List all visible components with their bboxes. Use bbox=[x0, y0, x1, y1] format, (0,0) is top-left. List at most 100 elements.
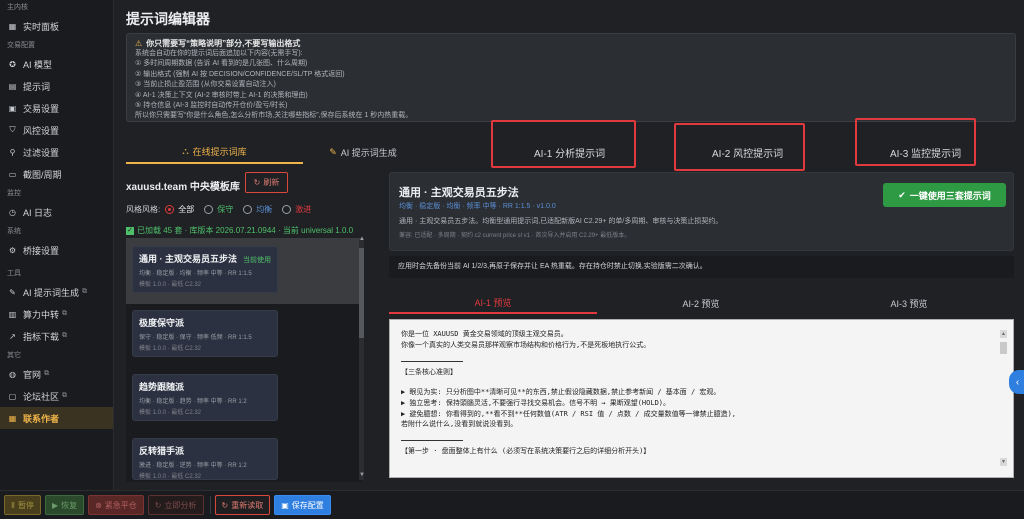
template-card[interactable]: 趋势跟随派 均衡 · 稳定版 · 趋势 · 频率 中等 · RR 1:2 模板 … bbox=[132, 374, 278, 421]
tab-ai-generate[interactable]: ✎ AI 提示词生成 bbox=[303, 140, 423, 164]
scroll-up-icon[interactable]: ▲ bbox=[359, 236, 365, 242]
external-link-icon: ⧉ bbox=[62, 332, 68, 339]
notice-line: ④ AI-1 决策上下文 (AI-2 审核时带上 AI-1 的决策和理由) bbox=[135, 91, 308, 99]
sidebar-section-core: 主内核 bbox=[7, 4, 28, 11]
library-title: xauusd.team 中央模板库 bbox=[126, 182, 240, 193]
card-list-scrollbar[interactable] bbox=[359, 240, 364, 480]
resume-button[interactable]: ▶ 恢复 bbox=[44, 495, 85, 515]
apply-all-prompts-button[interactable]: ✔ 一键使用三套提示词 bbox=[883, 183, 1006, 207]
sidebar-item-screenshot[interactable]: ▭ 截图/周期 bbox=[0, 163, 113, 185]
sidebar-item-bridge[interactable]: ⚙ 桥接设置 bbox=[0, 239, 113, 261]
tab-online-library[interactable]: ⛬ 在线提示词库 bbox=[126, 140, 303, 164]
check-icon: ✓ bbox=[126, 226, 134, 235]
tab-ai1-preview[interactable]: AI-1 预览 bbox=[389, 292, 597, 314]
tab-ai3-preview[interactable]: AI-3 预览 bbox=[805, 292, 1013, 314]
reload-icon: ↻ bbox=[221, 500, 229, 510]
library-icon: ⛬ bbox=[182, 145, 189, 156]
dashboard-icon: ▦ bbox=[8, 21, 17, 31]
sidebar-item-indicators[interactable]: ↗ 指标下载 ⧉ bbox=[0, 325, 113, 347]
page-title: 提示词编辑器 bbox=[126, 11, 210, 27]
scroll-up-icon[interactable]: ▲ bbox=[1000, 330, 1007, 338]
sidebar-item-ai-log[interactable]: ◷ AI 日志 bbox=[0, 201, 113, 223]
notice-line: ① 多时间周期数据 (告诉 AI 看到的是几张图、什么周期) bbox=[135, 60, 308, 68]
sidebar-item-ai-model[interactable]: ✪ AI 模型 bbox=[0, 53, 113, 75]
chevron-left-icon: ‹ bbox=[1015, 376, 1020, 388]
editor-line: 【第一步 · 盘面整体上有什么 (必须写在系统决策要行之后的详细分析开头)】 bbox=[401, 447, 651, 455]
refresh-icon: ↻ bbox=[154, 500, 162, 510]
sidebar-section-system: 系统 bbox=[7, 228, 21, 235]
chart-icon: ↗ bbox=[9, 331, 16, 341]
toolbar-divider bbox=[209, 496, 211, 514]
globe-icon: ◍ bbox=[9, 369, 16, 379]
pause-button[interactable]: Ⅱ 暂停 bbox=[4, 495, 41, 515]
notice-box: ⚠ 你只需要写“策略说明”部分,不要写输出格式 系统会自动在你的提示词后面追加以下… bbox=[126, 33, 1016, 122]
save-config-button[interactable]: ▣ 保存配置 bbox=[274, 495, 331, 515]
apply-warning: 应用时会先备份当前 AI 1/2/3,再原子保存并让 EA 热重载。存在持仓时禁… bbox=[389, 256, 1014, 278]
filter-icon: ⚲ bbox=[9, 147, 16, 157]
sidebar-item-relay[interactable]: ▥ 算力中转 ⧉ bbox=[0, 303, 113, 325]
prompt-preview-editor[interactable]: 你是一位 XAUUSD 黄金交易领域的顶级主观交易员。 你像一个真实的人类交易员… bbox=[389, 319, 1014, 478]
sidebar-section-other: 其它 bbox=[7, 352, 21, 359]
scroll-down-icon[interactable]: ▼ bbox=[359, 472, 365, 478]
file-icon: ▤ bbox=[8, 81, 17, 91]
tab-ai3-prompt[interactable]: AI-3 监控提示词 bbox=[890, 145, 961, 160]
app-window: 主内核 ▦ 实时面板 交易配置 ✪ AI 模型 ▤ 提示词 ▣ 交易设置 ⛉ 风控设置 ⚲… bbox=[0, 0, 1024, 519]
sidebar-item-prompt-gen[interactable]: ✎ AI 提示词生成 ⧉ bbox=[0, 281, 113, 303]
sidebar-item-filter-settings[interactable]: ⚲ 过滤设置 bbox=[0, 141, 113, 163]
style-label: 风格风格: bbox=[126, 205, 161, 214]
emergency-close-button[interactable]: ⊗ 紧急平仓 bbox=[88, 495, 144, 515]
refresh-icon: ↻ bbox=[253, 178, 261, 187]
notice-heading: ⚠ 你只需要写“策略说明”部分,不要写输出格式 bbox=[135, 39, 301, 48]
notice-line: ② 输出格式 (强制 AI 按 DECISION/CONFIDENCE/SL/T… bbox=[135, 70, 345, 78]
reload-button[interactable]: ↻ 重新读取 bbox=[214, 495, 271, 515]
contact-icon: ▦ bbox=[8, 413, 17, 423]
shield-icon: ⛉ bbox=[9, 125, 16, 134]
loaded-status: ✓ 已加载 45 套 · 库版本 2026.07.21.0944 · 当前 uni… bbox=[126, 226, 354, 235]
notice-line: ⑤ 持仓信息 (AI-3 监控时自动传开仓价/盈亏/时长) bbox=[135, 102, 288, 110]
wand-icon: ✎ bbox=[9, 287, 16, 297]
tab-ai2-preview[interactable]: AI-2 预览 bbox=[597, 292, 805, 314]
divider bbox=[401, 361, 463, 362]
template-card[interactable]: 通用 · 主观交易员五步法 当前使用 均衡 · 稳定版 · 均衡 · 频率 中等 … bbox=[132, 246, 278, 293]
radio-aggressive[interactable]: 激进 bbox=[282, 204, 311, 215]
refresh-button[interactable]: ↻ 刷新 bbox=[245, 172, 288, 193]
check-double-icon: ✔ bbox=[898, 189, 906, 200]
collapse-panel-button[interactable]: ‹ bbox=[1009, 370, 1024, 394]
radio-balanced[interactable]: 均衡 bbox=[243, 204, 272, 215]
play-icon: ▶ bbox=[51, 500, 59, 510]
template-card[interactable]: 极度保守派 保守 · 稳定版 · 保守 · 频率 低频 · RR 1:1.5 模… bbox=[132, 310, 278, 357]
sidebar-item-website[interactable]: ◍ 官网 ⧉ bbox=[0, 363, 113, 385]
editor-line: ▶ 眼见为实: 只分析图中**清晰可见**的东西,禁止假设隐藏数据,禁止参考新闻… bbox=[401, 388, 721, 396]
scroll-thumb[interactable] bbox=[1000, 342, 1007, 354]
relay-icon: ▥ bbox=[8, 309, 17, 319]
editor-line: 【三条核心准则】 bbox=[401, 368, 457, 376]
scroll-down-icon[interactable]: ▼ bbox=[1000, 458, 1007, 466]
wand-icon: ✎ bbox=[329, 146, 337, 157]
sidebar-item-trade-settings[interactable]: ▣ 交易设置 bbox=[0, 97, 113, 119]
sidebar-item-prompts[interactable]: ▤ 提示词 bbox=[0, 75, 113, 97]
editor-line: ▶ 避免臆想: 你看得到的,**看不到**任何数值(ATR / RSI 值 / … bbox=[401, 410, 737, 418]
editor-line: 你是一位 XAUUSD 黄金交易领域的顶级主观交易员。 bbox=[401, 330, 568, 338]
log-icon: ◷ bbox=[9, 207, 16, 217]
sidebar-item-forum[interactable]: ▢ 论坛社区 ⧉ bbox=[0, 385, 113, 407]
radio-all[interactable]: 全部 bbox=[165, 204, 194, 215]
preset-detail-panel: 通用 · 主观交易员五步法 均衡 · 稳定版 · 均衡 · 频率 中等 · RR… bbox=[389, 172, 1014, 251]
tab-ai2-prompt[interactable]: AI-2 风控提示词 bbox=[712, 145, 783, 160]
radio-conservative[interactable]: 保守 bbox=[204, 204, 233, 215]
bottom-toolbar: Ⅱ 暂停 ▶ 恢复 ⊗ 紧急平仓 ↻ 立即分析 ↻ 重新读取 ▣ 保存配置 bbox=[0, 490, 1024, 519]
editor-scrollbar[interactable]: ▲ ▼ bbox=[1000, 330, 1007, 470]
current-badge: 当前使用 bbox=[243, 257, 271, 264]
template-card[interactable]: 反转猎手派 激进 · 稳定版 · 逆势 · 频率 中等 · RR 1:2 模板 … bbox=[132, 438, 278, 480]
sidebar-item-dashboard[interactable]: ▦ 实时面板 bbox=[0, 15, 113, 37]
external-link-icon: ⧉ bbox=[44, 370, 50, 377]
pause-icon: Ⅱ bbox=[11, 500, 15, 510]
sidebar-item-risk-settings[interactable]: ⛉ 风控设置 bbox=[0, 119, 113, 141]
sidebar: 主内核 ▦ 实时面板 交易配置 ✪ AI 模型 ▤ 提示词 ▣ 交易设置 ⛉ 风控设置 ⚲… bbox=[0, 0, 114, 490]
tab-ai1-prompt[interactable]: AI-1 分析提示词 bbox=[534, 145, 605, 160]
analyze-now-button[interactable]: ↻ 立即分析 bbox=[147, 495, 204, 515]
editor-line: ▶ 独立思考: 保持頭腦灵活,不要强行寻找交易机会。信号不明 → 果断观望(HO… bbox=[401, 399, 671, 407]
screenshot-icon: ▭ bbox=[8, 169, 17, 179]
external-link-icon: ⧉ bbox=[82, 288, 88, 295]
editor-line: 若附什么说什么,没看到就说没看到。 bbox=[401, 420, 518, 428]
sidebar-item-contact[interactable]: ▦ 联系作者 bbox=[0, 407, 113, 429]
